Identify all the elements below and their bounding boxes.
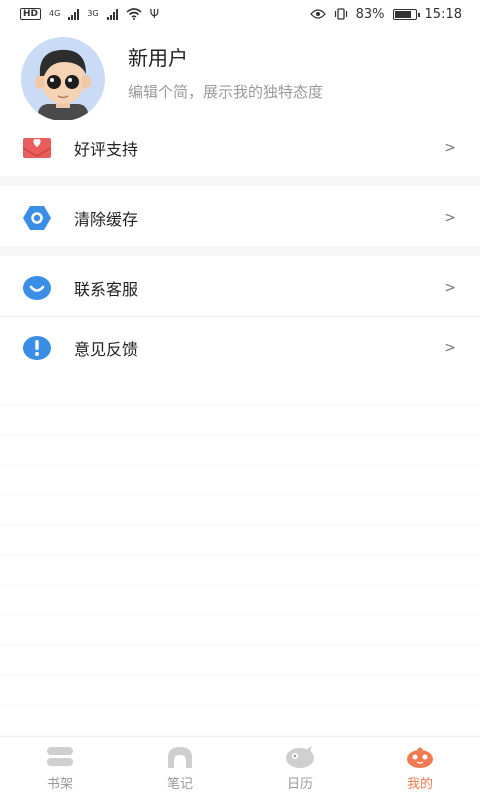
profile-bio[interactable]: 编辑个简，展示我的独特态度 [128,81,323,102]
battery-icon [392,8,420,20]
bookshelf-icon [47,747,73,766]
avatar[interactable] [20,36,106,122]
signal-icon [68,8,80,20]
wifi-icon [126,8,142,20]
menu-item-clear-cache[interactable]: 清除缓存 > [0,190,480,246]
menu-item-rate[interactable]: 好评支持 > [0,120,480,176]
network-type-2: 3G [87,9,99,18]
menu-item-label: 好评支持 [74,140,139,159]
tab-notes[interactable]: 笔记 [120,737,240,800]
calendar-bird-icon [286,746,314,768]
hexagon-icon [23,206,51,230]
exclamation-icon [23,336,51,360]
tab-label: 书架 [46,777,73,792]
profile-header[interactable]: 新用户 编辑个简，展示我的独特态度 [0,28,480,128]
section-gap [0,246,480,256]
tab-label: 我的 [406,777,433,792]
divider [0,316,480,317]
menu-item-feedback[interactable]: 意见反馈 > [0,320,480,376]
network-type-1: 4G [49,9,61,18]
section-gap [0,176,480,186]
chevron-right-icon: > [444,210,456,226]
menu-item-contact-support[interactable]: 联系客服 > [0,260,480,316]
heart-envelope-icon [22,138,52,158]
notes-icon [168,747,192,768]
tab-label: 日历 [286,777,313,792]
chevron-right-icon: > [444,280,456,296]
chat-bubble-icon [23,276,51,300]
tab-bookshelf[interactable]: 书架 [0,737,120,800]
tab-mine[interactable]: 我的 [360,737,480,800]
menu-item-label: 清除缓存 [74,210,139,229]
eye-icon [309,9,326,19]
usb-icon: Ψ [149,7,160,21]
bottom-tab-bar: 书架 笔记 日历 我的 [0,736,480,800]
profile-bird-icon [407,747,433,768]
content-background [0,376,480,736]
menu-item-label: 意见反馈 [74,340,139,359]
status-bar: HD 4G 3G Ψ 83% 15:18 [0,0,480,28]
hd-indicator: HD [20,8,42,20]
chevron-right-icon: > [444,340,456,356]
chevron-right-icon: > [444,140,456,156]
vibrate-icon [334,8,347,20]
clock: 15:18 [424,6,462,22]
battery-percent: 83% [355,6,385,22]
tab-label: 笔记 [166,777,193,792]
menu-item-label: 联系客服 [74,280,139,299]
username[interactable]: 新用户 [128,42,188,71]
signal-icon-2 [106,8,118,20]
tab-calendar[interactable]: 日历 [240,737,360,800]
